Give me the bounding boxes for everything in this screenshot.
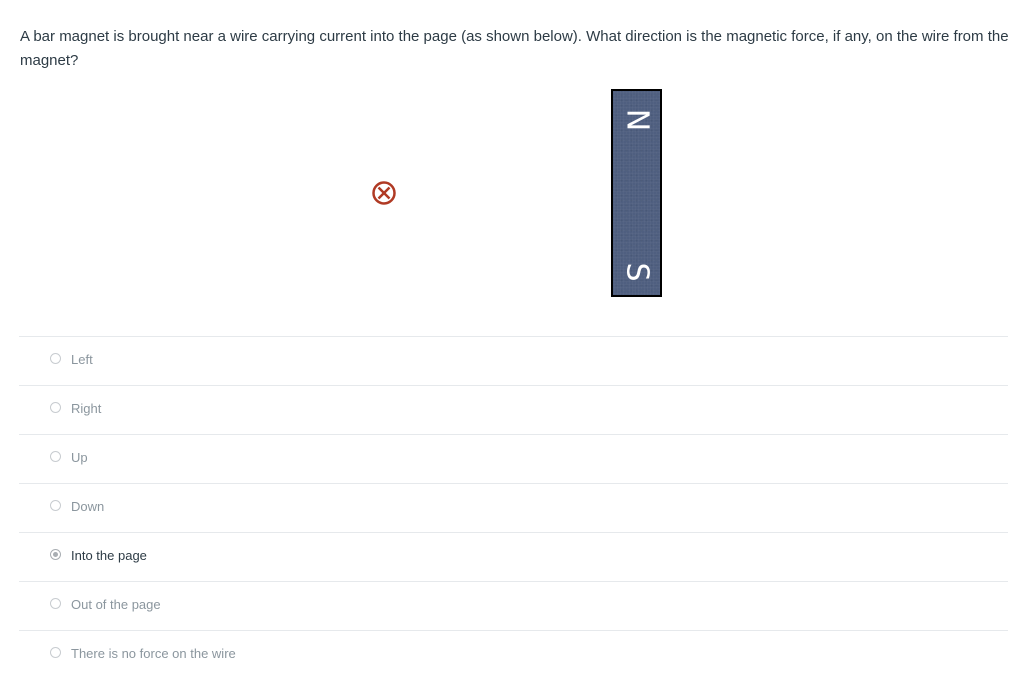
answer-option-no-force[interactable]: There is no force on the wire [19,630,1008,679]
answer-option-left[interactable]: Left [19,336,1008,385]
radio-button[interactable] [50,598,61,609]
answer-label: There is no force on the wire [71,646,236,661]
radio-button[interactable] [50,647,61,658]
answer-label: Up [71,450,88,465]
answer-option-up[interactable]: Up [19,434,1008,483]
answer-label: Left [71,352,93,367]
question-figure: N S [0,0,1018,330]
answer-option-down[interactable]: Down [19,483,1008,532]
radio-button[interactable] [50,451,61,462]
answer-option-into-page[interactable]: Into the page [19,532,1008,581]
radio-button[interactable] [50,500,61,511]
radio-button[interactable] [50,402,61,413]
answer-label: Out of the page [71,597,161,612]
radio-button-selected[interactable] [50,549,61,560]
current-into-page-icon [372,181,396,205]
answer-option-out-of-page[interactable]: Out of the page [19,581,1008,630]
answer-label: Right [71,401,102,416]
radio-button[interactable] [50,353,61,364]
north-pole-label: N [619,108,655,132]
answer-label: Into the page [71,548,147,563]
answer-list: Left Right Up Down Into the page Out of … [19,336,1008,679]
answer-option-right[interactable]: Right [19,385,1008,434]
south-pole-label: S [619,262,655,282]
bar-magnet: N S [611,89,662,297]
answer-label: Down [71,499,105,514]
